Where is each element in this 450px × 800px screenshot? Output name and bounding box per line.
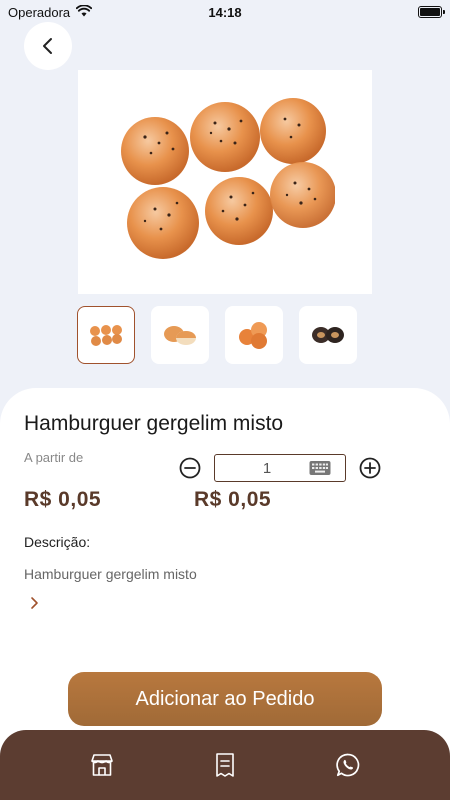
thumbnail-1[interactable] — [77, 306, 135, 364]
thumbnail-4[interactable] — [299, 306, 357, 364]
battery-icon — [418, 6, 445, 18]
product-title: Hamburguer gergelim misto — [24, 412, 284, 435]
increase-button[interactable] — [358, 456, 382, 480]
back-button[interactable] — [24, 22, 72, 70]
nav-whatsapp[interactable] — [328, 745, 368, 785]
quantity-input[interactable]: 1 — [214, 454, 346, 482]
decrease-button[interactable] — [178, 456, 202, 480]
dark-buns-icon — [312, 327, 344, 343]
thumbnail-3[interactable] — [225, 306, 283, 364]
receipt-icon — [216, 753, 234, 777]
nav-store[interactable] — [82, 745, 122, 785]
minus-circle-icon — [179, 457, 201, 479]
description-label: Descrição: — [24, 534, 91, 550]
bottom-nav — [0, 730, 450, 800]
buns-illustration — [121, 98, 335, 259]
add-to-order-button[interactable]: Adicionar ao Pedido — [68, 672, 382, 726]
chevron-left-icon — [43, 38, 52, 54]
bread-halves-icon — [164, 326, 196, 345]
thumbnail-2[interactable] — [151, 306, 209, 364]
chevron-right-icon — [31, 597, 38, 609]
price-from-label: A partir de — [24, 450, 84, 465]
product-main-image — [78, 70, 372, 294]
status-left: Operadora — [8, 3, 93, 20]
plus-circle-icon — [359, 457, 381, 479]
quantity-value: 1 — [262, 459, 272, 477]
unit-price: R$ 0,05 — [24, 488, 102, 511]
buns-cluster-icon — [239, 322, 267, 349]
expand-description-button[interactable] — [30, 596, 40, 615]
nav-orders[interactable] — [205, 745, 245, 785]
store-icon — [90, 754, 113, 776]
whatsapp-icon — [336, 753, 360, 777]
description-text: Hamburguer gergelim misto — [24, 566, 197, 582]
keyboard-icon — [309, 461, 331, 475]
buns-thumbnail-icon — [90, 325, 122, 346]
carrier-label: Operadora — [8, 4, 71, 20]
status-bar: Operadora 14:18 — [0, 0, 450, 24]
wifi-icon — [76, 3, 93, 20]
quantity-stepper: 1 — [178, 454, 382, 482]
thumbnail-strip — [77, 306, 357, 364]
total-price: R$ 0,05 — [194, 488, 272, 511]
